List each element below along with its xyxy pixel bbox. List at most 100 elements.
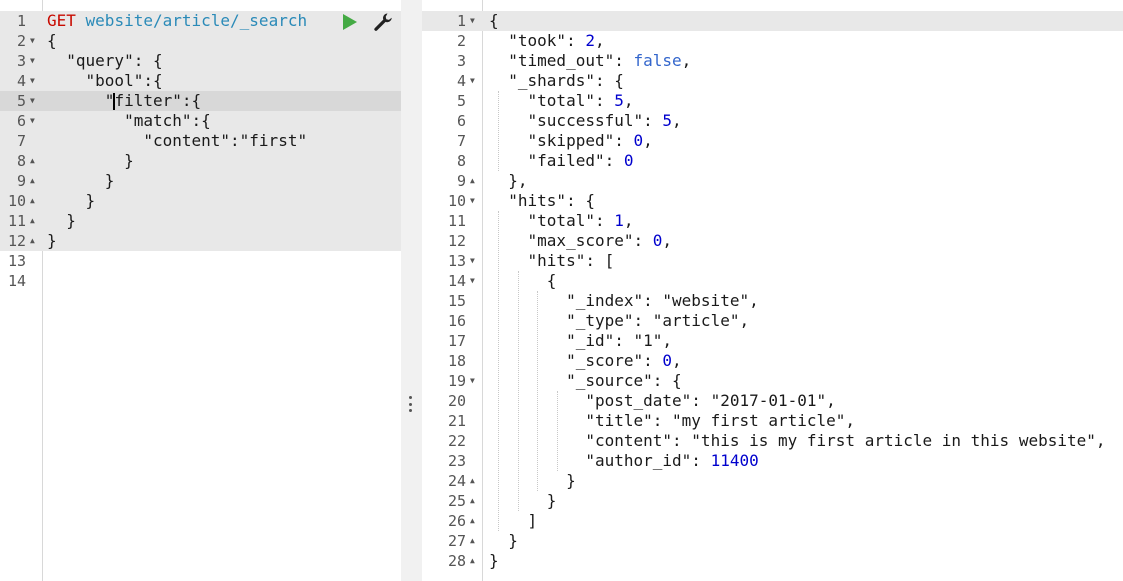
request-line[interactable]: 11 ▲ }: [0, 211, 401, 231]
fold-open-icon[interactable]: ▼: [470, 11, 475, 31]
run-request-button[interactable]: [342, 13, 358, 31]
code-text: }: [47, 191, 96, 210]
fold-close-icon[interactable]: ▲: [470, 471, 475, 491]
fold-close-icon[interactable]: ▲: [470, 551, 475, 571]
response-line: 21 "title": "my first article",: [422, 411, 1123, 431]
request-line[interactable]: 13: [0, 251, 401, 271]
code-text: "total": 5,: [527, 91, 634, 110]
code-text: "match":{: [47, 111, 211, 130]
line-number: 28: [447, 552, 466, 570]
code-text: {: [47, 31, 57, 50]
settings-wrench-button[interactable]: [373, 12, 393, 32]
request-line[interactable]: 7 "content":"first": [0, 131, 401, 151]
response-line: 12 "max_score": 0,: [422, 231, 1123, 251]
request-line[interactable]: 8 ▲ }: [0, 151, 401, 171]
response-line: 28 ▲}: [422, 551, 1123, 571]
response-line: 4 ▼ "_shards": {: [422, 71, 1123, 91]
line-number: 21: [447, 412, 466, 430]
fold-open-icon[interactable]: ▼: [30, 111, 35, 131]
fold-close-icon[interactable]: ▲: [470, 511, 475, 531]
fold-open-icon[interactable]: ▼: [30, 71, 35, 91]
request-line[interactable]: 5 ▼ "filter":{: [0, 91, 401, 111]
request-editor[interactable]: 1 GET website/article/_search 2 ▼{3 ▼ "query…: [0, 0, 401, 581]
line-number: 27: [447, 532, 466, 550]
request-path: website/article/_search: [75, 11, 308, 30]
code-text: "post_date": "2017-01-01",: [585, 391, 836, 410]
request-line[interactable]: 4 ▼ "bool":{: [0, 71, 401, 91]
request-line[interactable]: 3 ▼ "query": {: [0, 51, 401, 71]
code-text: }: [47, 171, 115, 190]
line-number: 12: [447, 232, 466, 250]
code-text: "hits": [: [527, 251, 615, 270]
fold-close-icon[interactable]: ▲: [30, 211, 35, 231]
request-line[interactable]: 12 ▲}: [0, 231, 401, 251]
line-number: 14: [447, 272, 466, 290]
fold-close-icon[interactable]: ▲: [30, 191, 35, 211]
request-line[interactable]: 1 GET website/article/_search: [0, 11, 401, 31]
code-text: "content": "this is my first article in …: [585, 431, 1106, 450]
line-number: 16: [447, 312, 466, 330]
fold-open-icon[interactable]: ▼: [470, 271, 475, 291]
resize-handle-icon[interactable]: [406, 396, 414, 412]
code-text: "successful": 5,: [527, 111, 682, 130]
fold-close-icon[interactable]: ▲: [30, 151, 35, 171]
request-line[interactable]: 14: [0, 271, 401, 291]
fold-close-icon[interactable]: ▲: [30, 231, 35, 251]
indent-guide: [518, 271, 519, 511]
line-number: 4: [456, 72, 466, 90]
code-text: }: [47, 151, 134, 170]
request-line[interactable]: 9 ▲ }: [0, 171, 401, 191]
response-line: 7 "skipped": 0,: [422, 131, 1123, 151]
code-text: "total": 1,: [527, 211, 634, 230]
indent-guide: [557, 391, 558, 471]
code-text: "_id": "1",: [566, 331, 673, 350]
line-number: 4: [16, 72, 26, 90]
code-text: "bool":{: [47, 71, 163, 90]
line-number: 18: [447, 352, 466, 370]
fold-close-icon[interactable]: ▲: [470, 531, 475, 551]
fold-close-icon[interactable]: ▲: [470, 491, 475, 511]
line-number: 24: [447, 472, 466, 490]
response-line: 27 ▲ }: [422, 531, 1123, 551]
response-line: 25 ▲ }: [422, 491, 1123, 511]
request-line[interactable]: 2 ▼ {: [0, 31, 401, 51]
fold-open-icon[interactable]: ▼: [470, 191, 475, 211]
line-number: 23: [447, 452, 466, 470]
line-number: 7: [456, 132, 466, 150]
text-cursor: [113, 93, 116, 110]
code-text: ]: [489, 511, 538, 530]
line-number: 3: [456, 52, 466, 70]
indent-guide: [537, 291, 538, 491]
line-number: 20: [447, 392, 466, 410]
code-text: }: [47, 231, 57, 250]
response-line: 15 "_index": "website",: [422, 291, 1123, 311]
response-line: 23 "author_id": 11400: [422, 451, 1123, 471]
request-line[interactable]: 6 ▼ "match":{: [0, 111, 401, 131]
response-line: 11 "total": 1,: [422, 211, 1123, 231]
line-number: 13: [447, 252, 466, 270]
fold-open-icon[interactable]: ▼: [30, 51, 35, 71]
response-line: 2 "took": 2,: [422, 31, 1123, 51]
fold-open-icon[interactable]: ▼: [470, 371, 475, 391]
fold-open-icon[interactable]: ▼: [470, 251, 475, 271]
line-number: 26: [447, 512, 466, 530]
request-code[interactable]: 1 GET website/article/_search 2 ▼{3 ▼ "query…: [0, 11, 401, 291]
request-line[interactable]: 10 ▲ }: [0, 191, 401, 211]
code-text: }: [489, 551, 499, 570]
pane-divider[interactable]: [401, 0, 422, 581]
fold-open-icon[interactable]: ▼: [30, 91, 35, 111]
line-number: 13: [7, 252, 26, 270]
line-number: 9: [16, 172, 26, 190]
fold-open-icon[interactable]: ▼: [470, 71, 475, 91]
line-number: 1: [16, 12, 26, 30]
response-line: 5 "total": 5,: [422, 91, 1123, 111]
fold-open-icon[interactable]: ▼: [30, 31, 35, 51]
fold-close-icon[interactable]: ▲: [30, 171, 35, 191]
line-number: 19: [447, 372, 466, 390]
response-viewer[interactable]: 1 ▼{2 "took": 2, 3 "timed_out": false, 4 ▼ "…: [422, 0, 1123, 581]
fold-close-icon[interactable]: ▲: [470, 171, 475, 191]
response-line: 13 ▼ "hits": [: [422, 251, 1123, 271]
response-line: 20 "post_date": "2017-01-01",: [422, 391, 1123, 411]
response-line: 16 "_type": "article",: [422, 311, 1123, 331]
code-text: "query": {: [47, 51, 163, 70]
